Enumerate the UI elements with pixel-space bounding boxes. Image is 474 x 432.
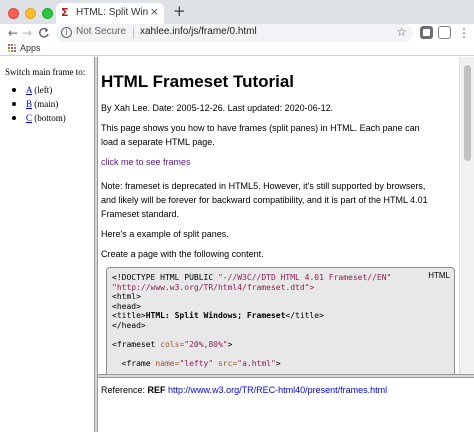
scrollbar-thumb[interactable] [464, 65, 471, 161]
reference-link[interactable]: http://www.w3.org/TR/REC-html40/present/… [168, 385, 387, 395]
code-line: <frameset cols="20%,80%"> [112, 339, 233, 349]
close-window-button[interactable] [8, 8, 19, 19]
address-bar[interactable]: i Not Secure xahlee.info/js/frame/0.html… [56, 24, 413, 42]
code-language-label: HTML [428, 271, 450, 280]
main-frame-scrollbar[interactable] [459, 57, 474, 374]
code-line: <head> [112, 301, 141, 311]
minimize-window-button[interactable] [25, 8, 36, 19]
note-paragraph: Note: frameset is deprecated in HTML5. H… [101, 181, 428, 219]
reload-icon[interactable] [38, 24, 50, 44]
list-item: C (bottom) [12, 111, 66, 125]
bookmark-star-icon[interactable]: ☆ [396, 25, 407, 39]
close-icon[interactable]: × [150, 5, 159, 18]
reference-label: Reference: [101, 385, 148, 395]
info-icon[interactable]: i [61, 27, 72, 38]
example-paragraph: Here's a example of split panes. [101, 229, 229, 239]
tab-strip: Σ HTML: Split Windows; Frameset × + [0, 0, 474, 24]
forward-arrow-icon[interactable]: → [22, 24, 32, 42]
bottom-frame: Reference: REF http://www.w3.org/TR/REC-… [98, 378, 474, 432]
link-suffix: (left) [32, 85, 53, 95]
list-item: A (left) [12, 83, 66, 97]
intro-paragraph: This page shows you how to have frames (… [101, 123, 420, 147]
new-tab-button[interactable]: + [173, 2, 186, 20]
code-line: "http://www.w3.org/TR/html4/frameset.dtd… [112, 282, 315, 292]
url-text[interactable]: xahlee.info/js/frame/0.html [140, 26, 257, 37]
code-line: </head> [112, 320, 146, 330]
browser-toolbar: ← → i Not Secure xahlee.info/js/frame/0.… [0, 24, 474, 42]
frame-switch-list: A (left) B (main) C (bottom) [12, 83, 66, 125]
extension-icon[interactable] [438, 26, 451, 39]
sigma-icon: Σ [61, 6, 69, 19]
code-line: <title>HTML: Split Windows; Frameset</ti… [112, 311, 324, 320]
link-suffix: (bottom) [32, 113, 66, 123]
apps-grid-icon[interactable] [8, 44, 17, 53]
maximize-window-button[interactable] [42, 8, 53, 19]
main-frame: HTML Frameset Tutorial By Xah Lee. Date:… [98, 57, 459, 374]
tab-title: HTML: Split Windows; Frameset [76, 7, 148, 18]
reference-line: Reference: REF http://www.w3.org/TR/REC-… [101, 385, 387, 395]
code-block: HTML <!DOCTYPE HTML PUBLIC "-//W3C//DTD … [106, 267, 455, 374]
menu-icon[interactable]: ⋮ [458, 24, 470, 42]
security-label: Not Secure [76, 26, 127, 37]
see-frames-link[interactable]: click me to see frames [101, 155, 191, 169]
code-line: <!DOCTYPE HTML PUBLIC "-//W3C//DTD HTML … [112, 273, 392, 282]
byline: By Xah Lee. Date: 2005-12-26. Last updat… [101, 103, 334, 113]
bookmarks-bar: Apps [0, 42, 474, 56]
back-arrow-icon[interactable]: ← [8, 24, 18, 42]
tab-active[interactable]: Σ HTML: Split Windows; Frameset × [56, 3, 164, 24]
extension-icon[interactable] [420, 26, 433, 39]
link-suffix: (main) [32, 99, 59, 109]
code-line: <html> [112, 292, 141, 301]
ref-tag: REF [147, 385, 166, 395]
divider [133, 27, 134, 39]
left-frame: Switch main frame to: A (left) B (main) … [0, 57, 94, 432]
apps-bookmark[interactable]: Apps [20, 43, 41, 53]
create-paragraph: Create a page with the following content… [101, 249, 264, 259]
code-line: <frame name="lefty" src="a.html"> [112, 358, 281, 368]
left-frame-heading: Switch main frame to: [5, 67, 86, 77]
page-title: HTML Frameset Tutorial [101, 72, 295, 91]
list-item: B (main) [12, 97, 66, 111]
